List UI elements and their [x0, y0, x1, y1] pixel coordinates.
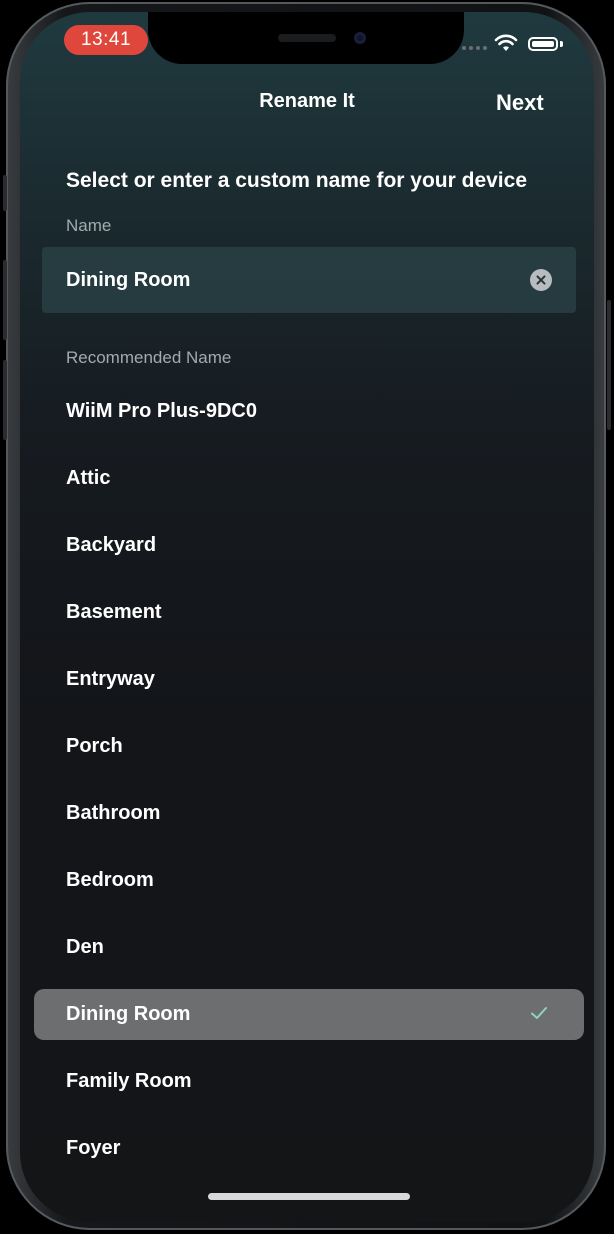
mute-switch — [3, 175, 7, 211]
power-button — [607, 300, 611, 430]
list-item[interactable]: Family Room — [20, 1048, 594, 1115]
list-item-label: Bathroom — [66, 802, 161, 824]
list-item[interactable]: Bedroom — [20, 847, 594, 914]
list-item[interactable]: WiiM Pro Plus-9DC0 — [20, 378, 594, 445]
screen: 13:41 Rename It Next Select or enter a c… — [20, 12, 594, 1222]
list-item[interactable]: Attic — [20, 445, 594, 512]
list-item-label: Attic — [66, 467, 111, 489]
recommended-name-list: WiiM Pro Plus-9DC0 Attic Backyard Basement E… — [20, 378, 594, 1182]
name-input-value: Dining Room — [66, 268, 191, 291]
volume-down-button — [3, 360, 7, 440]
front-camera — [354, 32, 366, 44]
list-item-label: Family Room — [66, 1070, 192, 1092]
list-item-label: WiiM Pro Plus-9DC0 — [66, 400, 257, 422]
instructions-text: Select or enter a custom name for your d… — [66, 169, 527, 192]
home-indicator[interactable] — [208, 1193, 410, 1200]
list-item[interactable]: Foyer — [20, 1115, 594, 1182]
list-item[interactable]: Entryway — [20, 646, 594, 713]
cellular-signal-icon — [462, 46, 487, 50]
list-item-label: Foyer — [66, 1137, 121, 1159]
name-label: Name — [66, 216, 112, 235]
list-item-label: Basement — [66, 601, 162, 623]
volume-up-button — [3, 260, 7, 340]
list-item-label: Porch — [66, 735, 123, 757]
speaker-grille — [278, 34, 336, 42]
battery-icon — [528, 37, 558, 51]
status-time: 13:41 — [64, 25, 148, 55]
list-item[interactable]: Porch — [20, 713, 594, 780]
next-button[interactable]: Next — [496, 90, 544, 116]
list-item-label: Dining Room — [66, 1003, 191, 1025]
clear-icon[interactable] — [530, 269, 552, 291]
list-item[interactable]: Basement — [20, 579, 594, 646]
list-item-label: Bedroom — [66, 869, 154, 891]
list-item[interactable]: Dining Room — [34, 989, 584, 1040]
list-item-label: Entryway — [66, 668, 155, 690]
name-input[interactable]: Dining Room — [42, 247, 576, 313]
list-item[interactable]: Backyard — [20, 512, 594, 579]
notch — [148, 12, 464, 64]
list-item[interactable]: Bathroom — [20, 780, 594, 847]
list-item[interactable]: Den — [20, 914, 594, 981]
list-item-label: Den — [66, 936, 104, 958]
battery-tip — [560, 41, 563, 47]
checkmark-icon — [531, 1007, 547, 1019]
wifi-icon — [494, 34, 518, 51]
recommended-label: Recommended Name — [66, 348, 232, 367]
list-item-label: Backyard — [66, 534, 157, 556]
